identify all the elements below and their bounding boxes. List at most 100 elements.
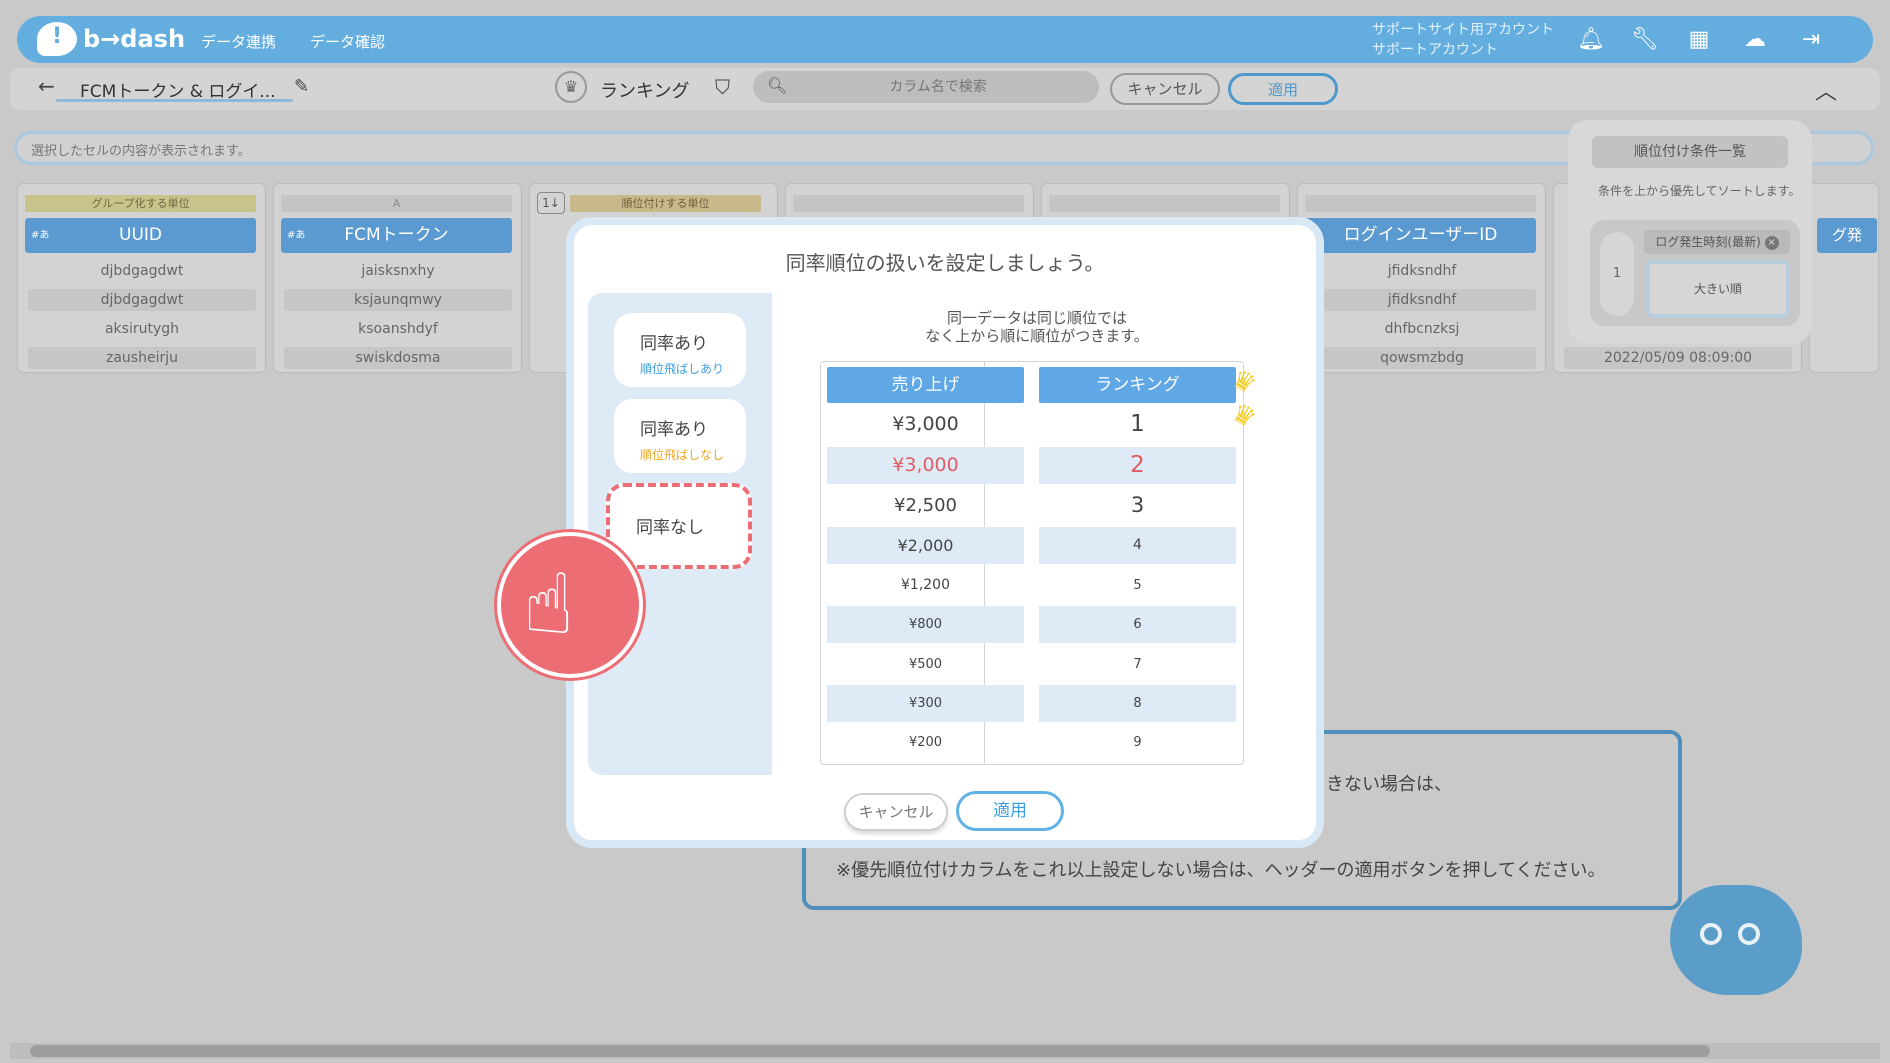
sales-cell: ¥300 [827, 685, 1024, 722]
mascot-eye [1738, 923, 1760, 945]
column-partial[interactable]: グ発 [1809, 183, 1879, 373]
condition-column: ログ発生時刻(最新) × [1644, 230, 1790, 254]
column-header[interactable]: ログインユーザーID [1305, 218, 1536, 253]
table-cell[interactable]: ksoanshdyf [284, 318, 512, 340]
rank-cell: 2 [1039, 447, 1236, 484]
table-cell[interactable]: dhfbcnzksj [1308, 318, 1536, 340]
table-cell[interactable]: qowsmzbdg [1308, 347, 1536, 369]
table-cell[interactable]: swiskdosma [284, 347, 512, 369]
logout-icon[interactable]: ⇥ [1797, 26, 1825, 54]
column-header[interactable]: グ発 [1817, 218, 1877, 253]
sales-cell: ¥500 [908, 657, 943, 672]
balloon-text-line2: ※優先順位付けカラムをこれ以上設定しない場合は、ヘッダーの適用ボタンを押してくだ… [836, 860, 1606, 881]
bell-icon[interactable]: 🔔︎ [1577, 26, 1605, 54]
column-login-user-id[interactable]: ログインユーザーID jfidksndhf jfidksndhf dhfbcnz… [1297, 183, 1546, 373]
sales-cell: ¥3,000 [827, 447, 1024, 484]
nav-data-link[interactable]: データ連携 [201, 31, 276, 52]
column-tag: グループ化する単位 [25, 195, 256, 212]
account-info[interactable]: サポートサイト用アカウント サポートアカウント [1372, 20, 1554, 60]
table-cell[interactable]: 2022/05/09 08:09:00 [1564, 347, 1792, 369]
sales-cell: ¥2,500 [894, 495, 957, 516]
sales-cell: ¥2,000 [827, 527, 1024, 564]
sales-cell: ¥800 [827, 606, 1024, 643]
crown-icon: ♛ [555, 71, 587, 103]
panel-title: 順位付け条件一覧 [1592, 136, 1788, 168]
rank-cell: 7 [1133, 657, 1142, 672]
balloon-text-line1: きない場合は、 [1326, 774, 1452, 795]
tie-handling-modal: 同率順位の扱いを設定しましょう。 同率あり 順位飛ばしあり 同率あり 順位飛ばし… [566, 217, 1324, 848]
modal-apply-button[interactable]: 適用 [956, 791, 1064, 831]
rank-cell: 8 [1039, 685, 1236, 722]
cancel-button[interactable]: キャンセル [1110, 73, 1220, 105]
rank-cell: 4 [1039, 527, 1236, 564]
option-no-tie[interactable]: 同率なし [606, 483, 752, 569]
condition-card[interactable]: 1 ログ発生時刻(最新) × 大きい順 [1590, 220, 1800, 326]
account-line1: サポートサイト用アカウント [1372, 22, 1554, 38]
shield-icon[interactable]: ⛉ [715, 75, 730, 99]
panel-subtitle: 条件を上から優先してソートします。 [1598, 184, 1801, 198]
table-cell[interactable]: ksjaunqmwy [284, 289, 512, 311]
editor-toolbar: ← FCMトークン & ログイ... ✎ ♛ ランキング ⛉ 🔍︎ キャンセル … [10, 68, 1880, 110]
rank-cell: 3 [1130, 493, 1145, 517]
sort-order-badge: 1↓ [537, 192, 565, 214]
collapse-caret-icon[interactable]: ︿ [1815, 74, 1837, 106]
column-tag [793, 195, 1024, 212]
table-cell[interactable]: jfidksndhf [1308, 260, 1536, 282]
table-cell[interactable]: jaisksnxhy [284, 260, 512, 282]
wrench-icon[interactable]: 🔧︎ [1631, 26, 1659, 54]
logo-text: b→dash [83, 25, 186, 53]
table-cell[interactable]: jfidksndhf [1308, 289, 1536, 311]
type-badge: #あ [287, 230, 306, 241]
option-description: 同一データは同じ順位では なく上から順に順位がつきます。 [772, 309, 1302, 345]
option-title: 同率あり [640, 420, 708, 440]
type-badge: #あ [31, 230, 50, 241]
pencil-icon[interactable]: ✎ [294, 76, 309, 97]
priority-number[interactable]: 1 [1600, 232, 1634, 316]
column-header[interactable]: #あ UUID [25, 218, 256, 253]
remove-icon[interactable]: × [1764, 235, 1779, 250]
scrollbar-thumb[interactable] [30, 1045, 1710, 1057]
rank-cell: 9 [1133, 735, 1142, 750]
column-fcm-token[interactable]: A #あ FCMトークン jaisksnxhy ksjaunqmwy ksoan… [273, 183, 522, 373]
column-search[interactable]: 🔍︎ [753, 71, 1099, 103]
apply-button[interactable]: 適用 [1228, 73, 1338, 105]
option-subtitle: 順位飛ばしなし [640, 448, 725, 462]
account-line2: サポートアカウント [1372, 42, 1498, 58]
description-line2: なく上から順に順位がつきます。 [925, 327, 1149, 345]
column-uuid[interactable]: グループ化する単位 #あ UUID djbdgagdwt djbdgagdwt … [17, 183, 266, 373]
logo[interactable]: b→dash [37, 22, 185, 56]
option-tie-skip[interactable]: 同率あり 順位飛ばしあり [614, 313, 746, 387]
grid-icon[interactable]: ▦ [1685, 26, 1713, 54]
search-input[interactable] [793, 71, 1083, 103]
sales-cell: ¥1,200 [901, 577, 950, 593]
column-tag: A [281, 195, 512, 212]
rank-cell: 1 [1130, 411, 1145, 437]
top-nav-bar: b→dash データ連携 データ確認 サポートサイト用アカウント サポートアカウ… [17, 16, 1873, 63]
mascot-eye [1700, 923, 1722, 945]
ranking-header: ランキング [1039, 367, 1236, 403]
table-cell[interactable]: djbdgagdwt [28, 260, 256, 282]
sales-cell: ¥200 [908, 735, 943, 750]
column-tag: 順位付けする単位 [570, 195, 761, 212]
sort-conditions-panel: 順位付け条件一覧 条件を上から優先してソートします。 1 ログ発生時刻(最新) … [1568, 120, 1812, 344]
table-cell[interactable]: djbdgagdwt [28, 289, 256, 311]
option-preview: 同一データは同じ順位では なく上から順に順位がつきます。 売り上げ ランキング … [772, 293, 1302, 775]
horizontal-scrollbar[interactable] [10, 1043, 1880, 1059]
option-tie-no-skip[interactable]: 同率あり 順位飛ばしなし [614, 399, 746, 473]
ranking-label: ランキング [600, 81, 690, 102]
nav-data-check[interactable]: データ確認 [310, 31, 385, 52]
logo-mark-icon [37, 22, 77, 56]
modal-cancel-button[interactable]: キャンセル [844, 793, 948, 831]
pointer-hand-icon: ☝ [497, 532, 643, 678]
option-title: 同率あり [640, 334, 708, 354]
back-arrow-icon[interactable]: ← [38, 74, 55, 98]
table-cell[interactable]: aksirutygh [28, 318, 256, 340]
option-subtitle: 順位飛ばしあり [640, 362, 725, 376]
order-select[interactable]: 大きい順 [1646, 260, 1790, 318]
cloud-icon[interactable]: ☁ [1741, 26, 1769, 54]
condition-column-label: ログ発生時刻(最新) [1655, 235, 1761, 249]
sales-cell: ¥3,000 [892, 413, 959, 435]
column-header[interactable]: #あ FCMトークン [281, 218, 512, 253]
rank-cell: 6 [1039, 606, 1236, 643]
table-cell[interactable]: zausheirju [28, 347, 256, 369]
